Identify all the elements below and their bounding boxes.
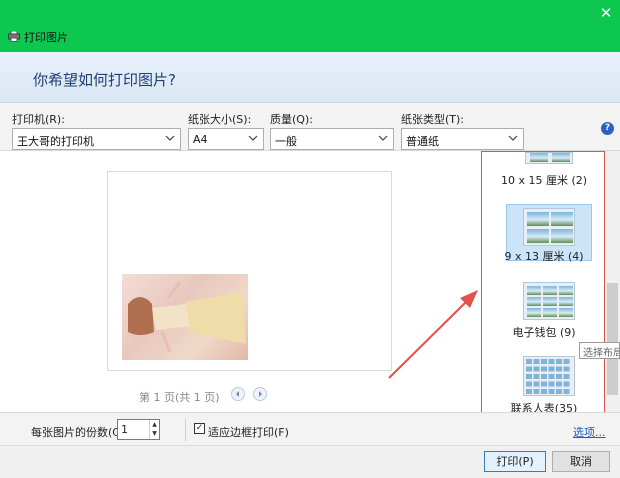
next-page-button[interactable] [253,387,267,401]
paper-size-value: A4 [193,133,208,146]
layout-item-10x15[interactable]: 10 x 15 厘米 (2) [482,152,604,190]
photo-figure-image [128,281,246,353]
photo-preview [122,274,248,360]
tooltip: 选择布局 [579,342,620,359]
fit-to-frame-checkbox[interactable]: ✓ [194,423,205,434]
stepper-arrows-icon[interactable]: ▲ ▼ [149,420,159,439]
chevron-right-icon [259,391,262,397]
printer-label: 打印机(R): [12,113,65,126]
chevron-down-icon [508,135,518,141]
dialog-buttons: 打印(P) 取消 [0,445,620,478]
header-band: 你希望如何打印图片? [0,52,620,103]
page-preview [107,171,392,371]
layout-label: 9 x 13 厘米 (4) [504,250,584,263]
paper-type-dropdown[interactable]: 普通纸 [401,128,524,150]
close-button[interactable]: ✕ [594,2,618,24]
layout-thumbnail [523,282,575,320]
paper-size-dropdown[interactable]: A4 [188,128,264,150]
scrollbar-thumb[interactable] [607,283,618,395]
layout-thumbnail [523,356,575,396]
layout-label: 电子钱包 (9) [512,326,576,339]
page-indicator: 第 1 页(共 1 页) [139,391,220,404]
preview-area: 第 1 页(共 1 页) [0,151,481,412]
copies-label: 每张图片的份数(C): [31,426,128,439]
print-options-row: 打印机(R): 王大哥的打印机 纸张大小(S): A4 质量(Q): 一般 纸张… [0,103,620,151]
paper-type-value: 普通纸 [406,135,439,148]
paper-type-label: 纸张类型(T): [401,113,465,126]
quality-value: 一般 [275,135,297,148]
chevron-down-icon [378,135,388,141]
print-button[interactable]: 打印(P) [484,451,546,472]
fit-to-frame-label[interactable]: 适应边框打印(F) [208,424,289,440]
chevron-down-icon [165,135,175,141]
divider [185,419,186,441]
paper-size-label: 纸张大小(S): [188,113,252,126]
previous-page-button[interactable] [231,387,245,401]
layout-item-contact-sheet[interactable]: 联系人表(35) [482,356,604,415]
window-title: 打印图片 [24,31,68,44]
copies-stepper[interactable]: 1 ▲ ▼ [117,419,160,440]
layout-thumbnail [523,208,575,246]
chevron-left-icon [236,391,239,397]
copies-value: 1 [121,423,128,436]
printer-value: 王大哥的打印机 [17,135,94,148]
printer-dropdown[interactable]: 王大哥的打印机 [12,128,181,150]
quality-dropdown[interactable]: 一般 [270,128,394,150]
layout-item-9x13[interactable]: 9 x 13 厘米 (4) [482,204,604,266]
contact-sheet-grid [526,359,570,394]
copies-row: 每张图片的份数(C): 1 ▲ ▼ ✓ 适应边框打印(F) 选项... [0,412,620,445]
cancel-button[interactable]: 取消 [552,451,610,472]
layout-label: 10 x 15 厘米 (2) [500,174,588,187]
options-link[interactable]: 选项... [573,424,606,440]
printer-icon [8,31,20,42]
chevron-down-icon [248,135,258,141]
page-question: 你希望如何打印图片? [33,71,176,89]
layout-item-wallet[interactable]: 电子钱包 (9) [482,282,604,340]
help-icon[interactable]: ? [601,122,614,135]
quality-label: 质量(Q): [270,113,313,126]
layout-list[interactable]: 10 x 15 厘米 (2) 9 x 13 厘米 (4) 电子钱包 (9) 联系… [481,151,605,416]
title-bar: 打印图片 ✕ [0,0,620,52]
layout-thumbnail [525,152,573,164]
